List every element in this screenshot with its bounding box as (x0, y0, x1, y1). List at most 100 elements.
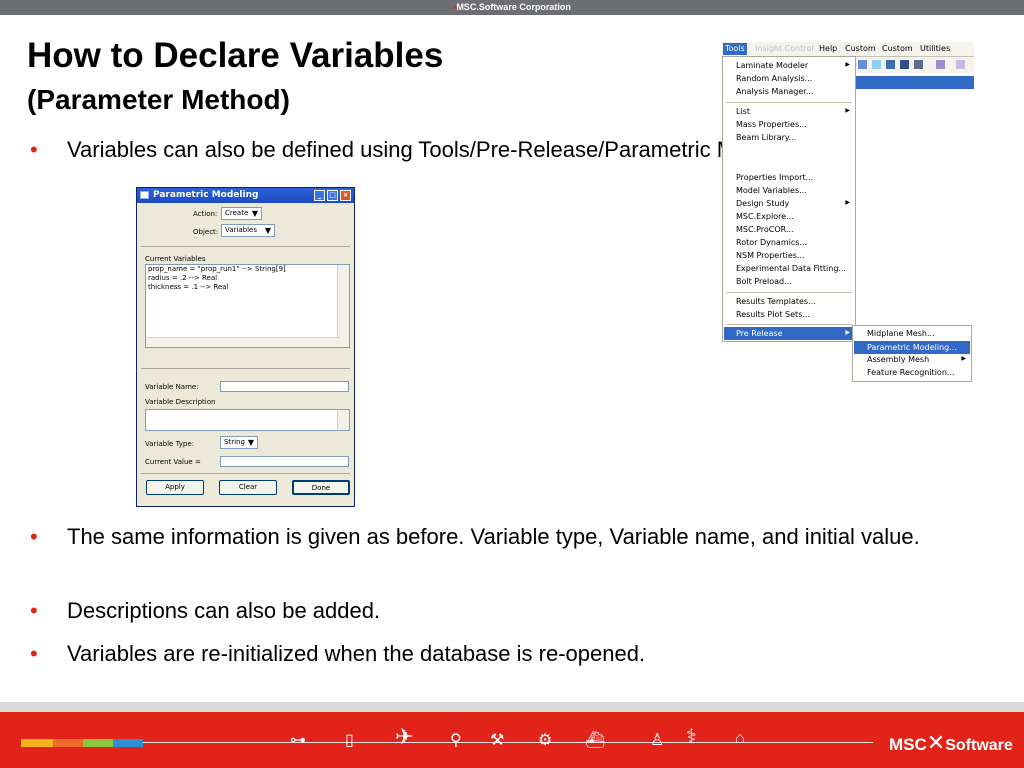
solid-icon[interactable] (886, 60, 895, 69)
divider (141, 368, 350, 369)
highlight-strip (856, 76, 974, 89)
header-bar: •MSC.Software Corporation (0, 0, 1024, 15)
shape-icon[interactable] (872, 60, 881, 69)
ship-icon: ⛴ (585, 732, 606, 749)
bullet-text: The same information is given as before.… (67, 524, 920, 549)
current-variables-label: Current Variables (145, 255, 206, 263)
menu-item-list[interactable]: List (736, 107, 750, 116)
action-label: Action: (193, 210, 218, 218)
color-strip (83, 739, 113, 747)
menu-item-results-templates[interactable]: Results Templates... (736, 297, 816, 306)
layout-icon[interactable] (956, 60, 965, 69)
object-select[interactable]: Variables ▼ (221, 224, 275, 237)
menu-custom[interactable]: Custom (845, 44, 876, 53)
menu-item-model-variables[interactable]: Model Variables... (736, 186, 807, 195)
menu-item-properties-import[interactable]: Properties Import... (736, 173, 813, 182)
vertical-scrollbar[interactable] (337, 265, 349, 347)
vertical-scrollbar[interactable] (337, 410, 349, 430)
menu-item-rotor-dynamics[interactable]: Rotor Dynamics... (736, 238, 807, 247)
menu-insight-control[interactable]: Insight Control (755, 44, 814, 53)
minimize-icon[interactable]: _ (314, 190, 325, 201)
menu-item-parametric-modeling[interactable]: Parametric Modeling... (854, 341, 970, 354)
done-button[interactable]: Done (292, 480, 350, 495)
msc-software-logo: MSC✕Software (889, 730, 1013, 755)
menu-separator (726, 292, 852, 293)
menu-separator (726, 324, 852, 325)
current-variables-list[interactable]: prop_name = "prop_run1" --> String[9] ra… (145, 264, 350, 348)
maximize-icon[interactable]: □ (327, 190, 338, 201)
variable-type-label: Variable Type: (145, 440, 195, 448)
menu-custom-2[interactable]: Custom (882, 44, 913, 53)
color-strip (113, 739, 143, 747)
footer-bar: ⊶ ▯ ✈ ⚲ ⚒ ⚙ ⛴ ♙ ⚕ ⌂ MSC✕Software (0, 712, 1024, 768)
person-icon: ♙ (650, 732, 665, 749)
list-item[interactable]: prop_name = "prop_run1" --> String[9] (146, 265, 349, 274)
current-value-label: Current Value = (145, 458, 201, 466)
parametric-modeling-dialog: Parametric Modeling _ □ × Action: Create… (136, 187, 355, 507)
current-value-field[interactable] (220, 456, 349, 467)
menu-item-msc-procor[interactable]: MSC.ProCOR... (736, 225, 794, 234)
close-icon[interactable]: × (340, 190, 351, 201)
action-select[interactable]: Create ▼ (221, 207, 262, 220)
horizontal-scrollbar[interactable] (146, 337, 340, 347)
toolbar (856, 57, 974, 73)
company-name: MSC.Software Corporation (456, 2, 571, 12)
variable-name-label: Variable Name: (145, 383, 199, 391)
submenu-arrow-icon: ▶ (845, 107, 850, 114)
view-icon[interactable] (936, 60, 945, 69)
cube-icon[interactable] (858, 60, 867, 69)
car-icon: ⊶ (290, 732, 306, 749)
apply-button[interactable]: Apply (146, 480, 204, 495)
menu-item-mass-properties[interactable]: Mass Properties... (736, 120, 807, 129)
bullet-text: Variables are re-initialized when the da… (67, 641, 646, 666)
bullet-marker: • (30, 137, 38, 162)
menu-bar: Tools Insight Control Help Custom Custom… (722, 42, 974, 57)
variable-name-field[interactable] (220, 381, 349, 392)
variable-description-field[interactable] (145, 409, 350, 431)
object-label: Object: (193, 228, 219, 236)
pre-release-submenu: Midplane Mesh... Parametric Modeling... … (852, 325, 972, 382)
menu-item-assembly-mesh[interactable]: Assembly Mesh (867, 355, 929, 364)
menu-item-design-study[interactable]: Design Study (736, 199, 789, 208)
submenu-arrow-icon: ▶ (845, 199, 850, 206)
menu-item-nsm-properties[interactable]: NSM Properties... (736, 251, 805, 260)
dropdown-arrow-icon: ▼ (247, 438, 254, 447)
phone-icon: ▯ (345, 732, 354, 749)
menu-item-pre-release[interactable]: Pre Release (724, 327, 854, 340)
clear-button[interactable]: Clear (219, 480, 277, 495)
window-icon (140, 191, 149, 199)
model-icon[interactable] (914, 60, 923, 69)
dialog-title-bar[interactable]: Parametric Modeling _ □ × (137, 188, 354, 203)
list-item[interactable]: radius = .2 --> Real (146, 274, 349, 283)
gear-icon: ⚙ (538, 732, 553, 749)
variable-type-select[interactable]: String ▼ (220, 436, 258, 449)
color-strip (21, 739, 53, 747)
excavator-icon: ⚒ (490, 732, 505, 749)
tools-menu: Laminate Modeler ▶ Random Analysis... An… (722, 56, 856, 342)
slide-subtitle: (Parameter Method) (27, 84, 290, 115)
footer-line (143, 742, 873, 743)
menu-item-random-analysis[interactable]: Random Analysis... (736, 74, 812, 83)
menu-item-midplane-mesh[interactable]: Midplane Mesh... (867, 329, 935, 338)
menu-help[interactable]: Help (819, 44, 837, 53)
menu-item-laminate-modeler[interactable]: Laminate Modeler (736, 61, 808, 70)
object-select-value: Variables (225, 226, 257, 234)
group-icon[interactable] (900, 60, 909, 69)
menu-item-beam-library[interactable]: Beam Library... (736, 133, 796, 142)
dropdown-arrow-icon: ▼ (251, 209, 258, 218)
menu-item-results-plot-sets[interactable]: Results Plot Sets... (736, 310, 810, 319)
submenu-arrow-icon: ▶ (961, 355, 966, 362)
submenu-arrow-icon: ▶ (845, 61, 850, 68)
menu-utilities[interactable]: Utilities (920, 44, 950, 53)
menu-item-experimental-data-fitting[interactable]: Experimental Data Fitting... (736, 264, 846, 273)
bullet-marker: • (30, 598, 38, 623)
wind-turbine-icon: ⚕ (686, 726, 697, 748)
menu-item-analysis-manager[interactable]: Analysis Manager... (736, 87, 813, 96)
menu-item-feature-recognition[interactable]: Feature Recognition... (867, 368, 955, 377)
list-item[interactable]: thickness = .1 --> Real (146, 283, 349, 292)
menu-item-msc-explore[interactable]: MSC.Explore... (736, 212, 794, 221)
menu-tools[interactable]: Tools (723, 43, 747, 55)
dialog-title: Parametric Modeling (153, 190, 259, 200)
menu-item-bolt-preload[interactable]: Bolt Preload... (736, 277, 792, 286)
variable-description-label: Variable Description (145, 398, 216, 406)
